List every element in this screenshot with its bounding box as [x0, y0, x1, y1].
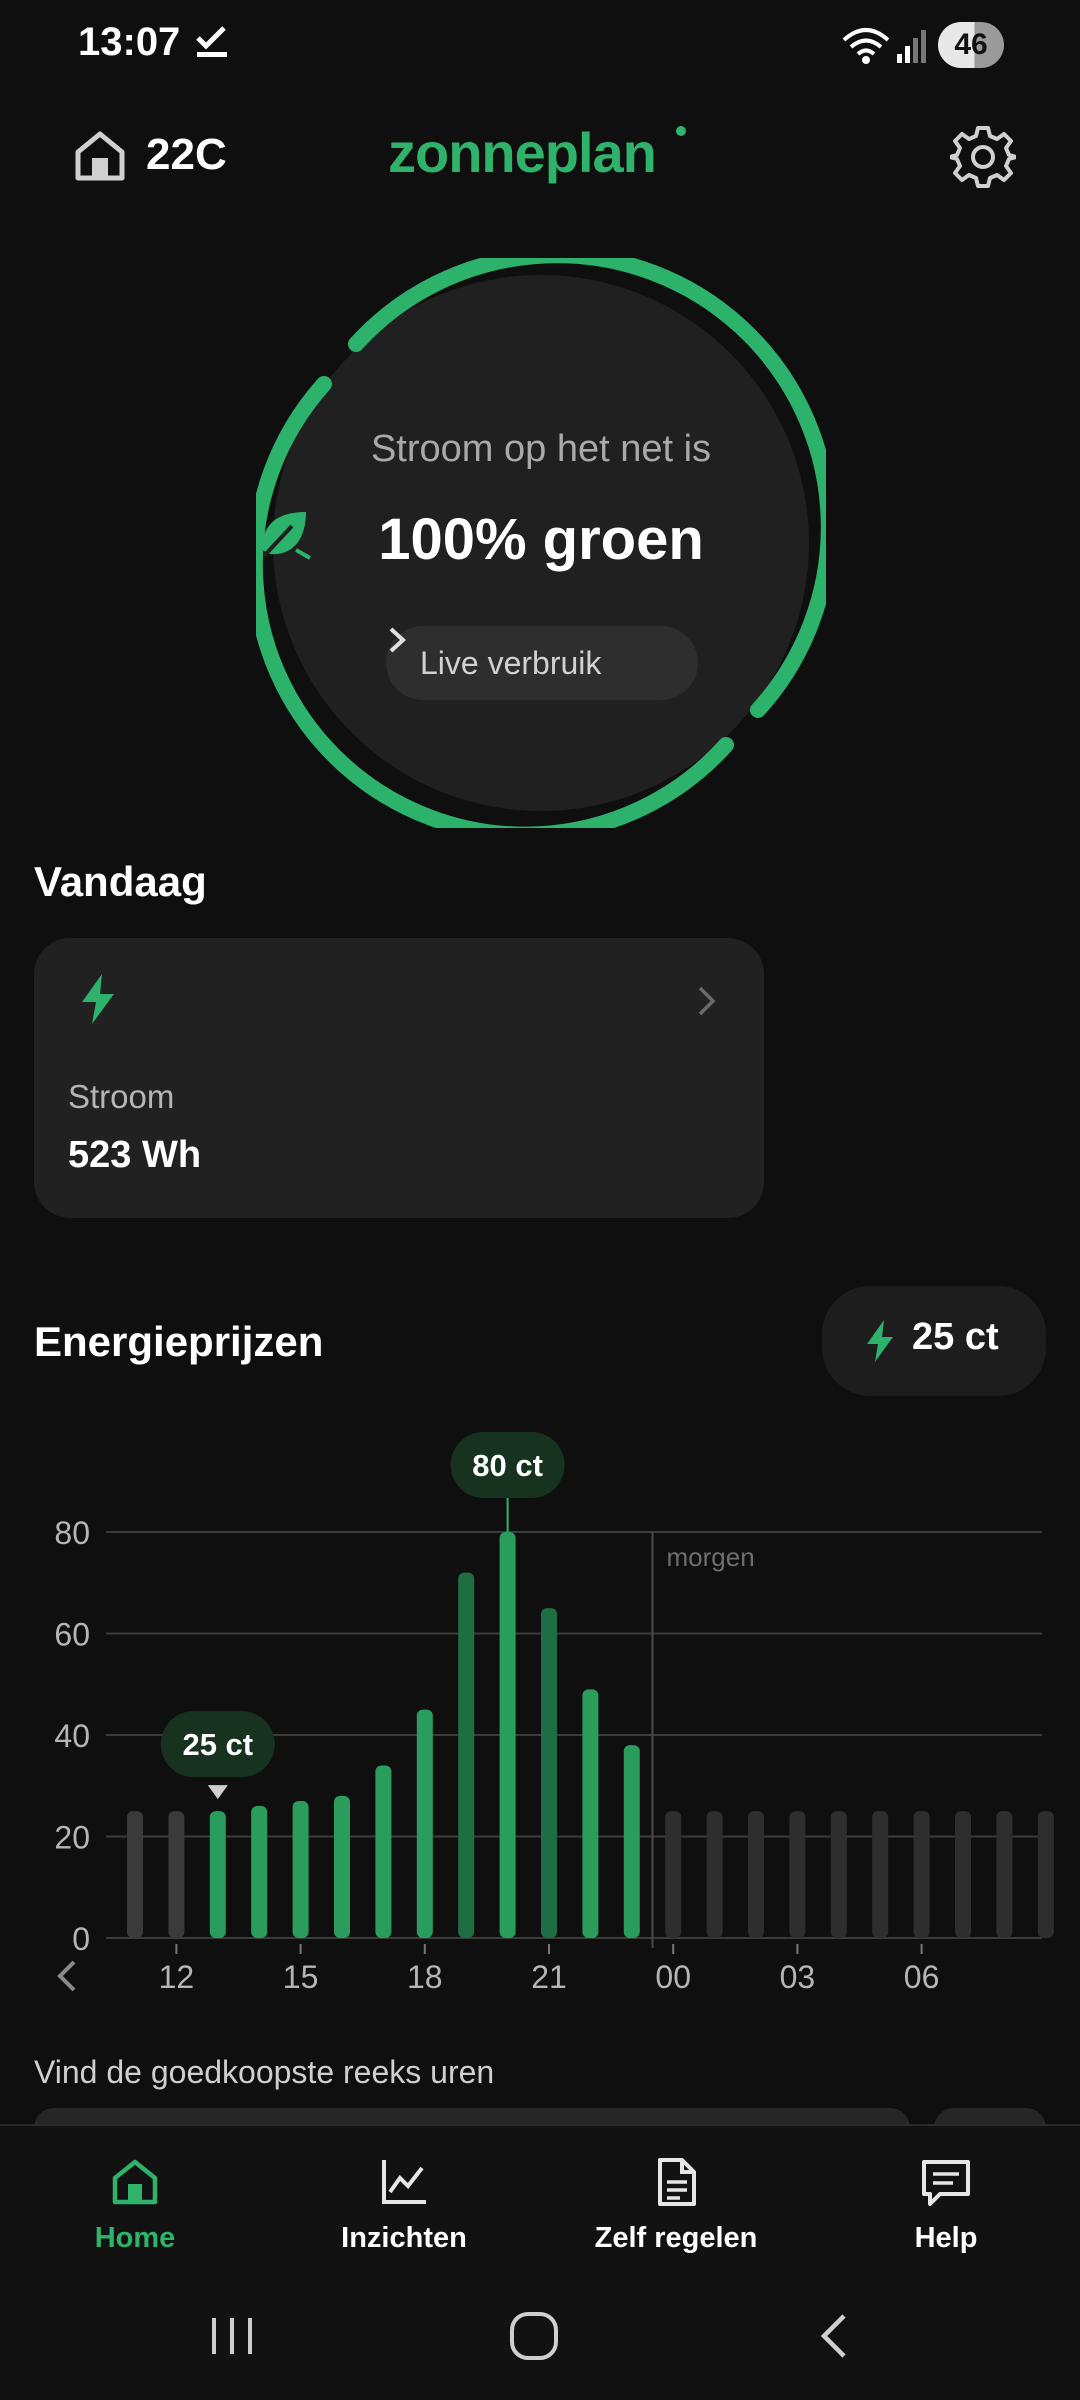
card-label: Stroom — [68, 1078, 175, 1115]
price-bar — [872, 1811, 889, 1938]
card-value: 523 Wh — [68, 1134, 202, 1176]
x-tick-label: 06 — [904, 1959, 940, 1995]
x-tick-label: 00 — [655, 1959, 691, 1995]
live-usage-label: Live verbruik — [420, 645, 602, 681]
nav-label: Inzichten — [341, 2222, 467, 2254]
y-tick-label: 40 — [54, 1718, 90, 1754]
current-price-value: 25 ct — [912, 1316, 999, 1358]
battery-icon: 46 — [938, 22, 1004, 68]
nav-insights[interactable]: Inzichten — [284, 2156, 524, 2286]
price-bar — [955, 1811, 971, 1938]
price-bar — [209, 1811, 226, 1938]
price-bar — [375, 1765, 392, 1938]
nav-self-control[interactable]: Zelf regelen — [556, 2156, 796, 2286]
bolt-icon — [867, 1320, 893, 1362]
document-icon — [658, 2158, 696, 2206]
current-price-pill[interactable]: 25 ct — [822, 1286, 1046, 1396]
chat-icon — [922, 2160, 970, 2206]
ring-subtitle: Stroom op het net is — [370, 428, 712, 470]
x-tick-label: 15 — [283, 1959, 319, 1995]
price-bar — [1037, 1811, 1054, 1938]
nav-label: Zelf regelen — [594, 2222, 758, 2254]
live-usage-button[interactable]: Live verbruik — [386, 626, 698, 700]
price-bar — [706, 1811, 723, 1938]
chevron-right-icon — [698, 986, 716, 1016]
bolt-icon — [82, 974, 114, 1024]
wifi-icon — [842, 28, 890, 64]
max-price-callout-label: 80 ct — [472, 1448, 543, 1483]
x-tick-label: 12 — [159, 1959, 195, 1995]
today-title: Vandaag — [34, 858, 207, 905]
home-label[interactable]: 22C — [146, 130, 227, 180]
tomorrow-label: morgen — [667, 1542, 755, 1572]
chart-icon — [382, 2160, 426, 2204]
price-bar — [789, 1811, 806, 1938]
price-bar — [416, 1709, 433, 1938]
home-icon[interactable] — [72, 128, 128, 184]
ring-main-line: 100% groen — [256, 506, 826, 573]
price-bar — [334, 1795, 350, 1938]
price-bar — [996, 1811, 1013, 1938]
price-bar — [168, 1811, 185, 1938]
price-bar — [251, 1806, 268, 1938]
nav-label: Home — [94, 2222, 176, 2254]
current-marker-icon — [207, 1785, 228, 1800]
price-bar — [623, 1745, 640, 1938]
price-bar — [499, 1532, 516, 1938]
logo-dot — [676, 126, 686, 136]
status-time: 13:07 — [78, 20, 181, 64]
price-bar — [458, 1572, 475, 1938]
zonneplan-logo: zonneplan — [388, 121, 657, 184]
system-navigation — [0, 2290, 1080, 2390]
price-chart[interactable]: 0 20 40 60 80 morgen 12 15 18 21 00 03 06 25 ct 80 ct — [0, 1420, 1080, 2020]
status-bar: 13:07 46 — [0, 0, 1080, 92]
x-tick-label: 18 — [407, 1959, 443, 1995]
x-tick-label: 21 — [531, 1959, 567, 1995]
gear-icon[interactable] — [950, 124, 1016, 190]
green-percentage: 100% groen — [378, 507, 704, 572]
x-tick-label: 03 — [780, 1959, 816, 1995]
cheapest-hours-title: Vind de goedkoopste reeks uren — [34, 2054, 495, 2090]
nav-label: Help — [914, 2222, 978, 2254]
y-tick-label: 20 — [54, 1820, 90, 1856]
price-bar — [541, 1608, 557, 1938]
home-button-icon[interactable] — [504, 2306, 564, 2366]
price-bar — [127, 1811, 143, 1938]
nav-home[interactable]: Home — [15, 2156, 255, 2286]
chevron-left-icon — [57, 1960, 76, 1992]
y-tick-label: 0 — [72, 1921, 90, 1957]
price-bar — [748, 1811, 764, 1938]
app-header: 22C zonneplan — [0, 110, 1080, 200]
electricity-card[interactable]: Stroom 523 Wh — [34, 938, 764, 1218]
price-bar — [830, 1811, 847, 1938]
recent-apps-icon[interactable] — [202, 2306, 262, 2366]
chevron-right-icon — [389, 627, 406, 653]
check-icon — [196, 26, 227, 57]
signal-icon — [897, 30, 926, 63]
price-bar — [582, 1689, 599, 1938]
home-icon — [112, 2159, 158, 2205]
price-bar — [665, 1811, 682, 1938]
nav-help[interactable]: Help — [826, 2156, 1066, 2286]
green-energy-ring: Stroom op het net is 100% groen Live ver… — [256, 258, 826, 828]
current-price-callout-label: 25 ct — [182, 1727, 253, 1762]
back-icon[interactable] — [806, 2306, 866, 2366]
leaf-icon — [262, 512, 311, 560]
y-tick-label: 80 — [54, 1515, 90, 1551]
price-bar — [913, 1811, 930, 1938]
price-bar — [292, 1800, 309, 1938]
prices-title: Energieprijzen — [34, 1318, 324, 1365]
y-tick-label: 60 — [54, 1617, 90, 1653]
